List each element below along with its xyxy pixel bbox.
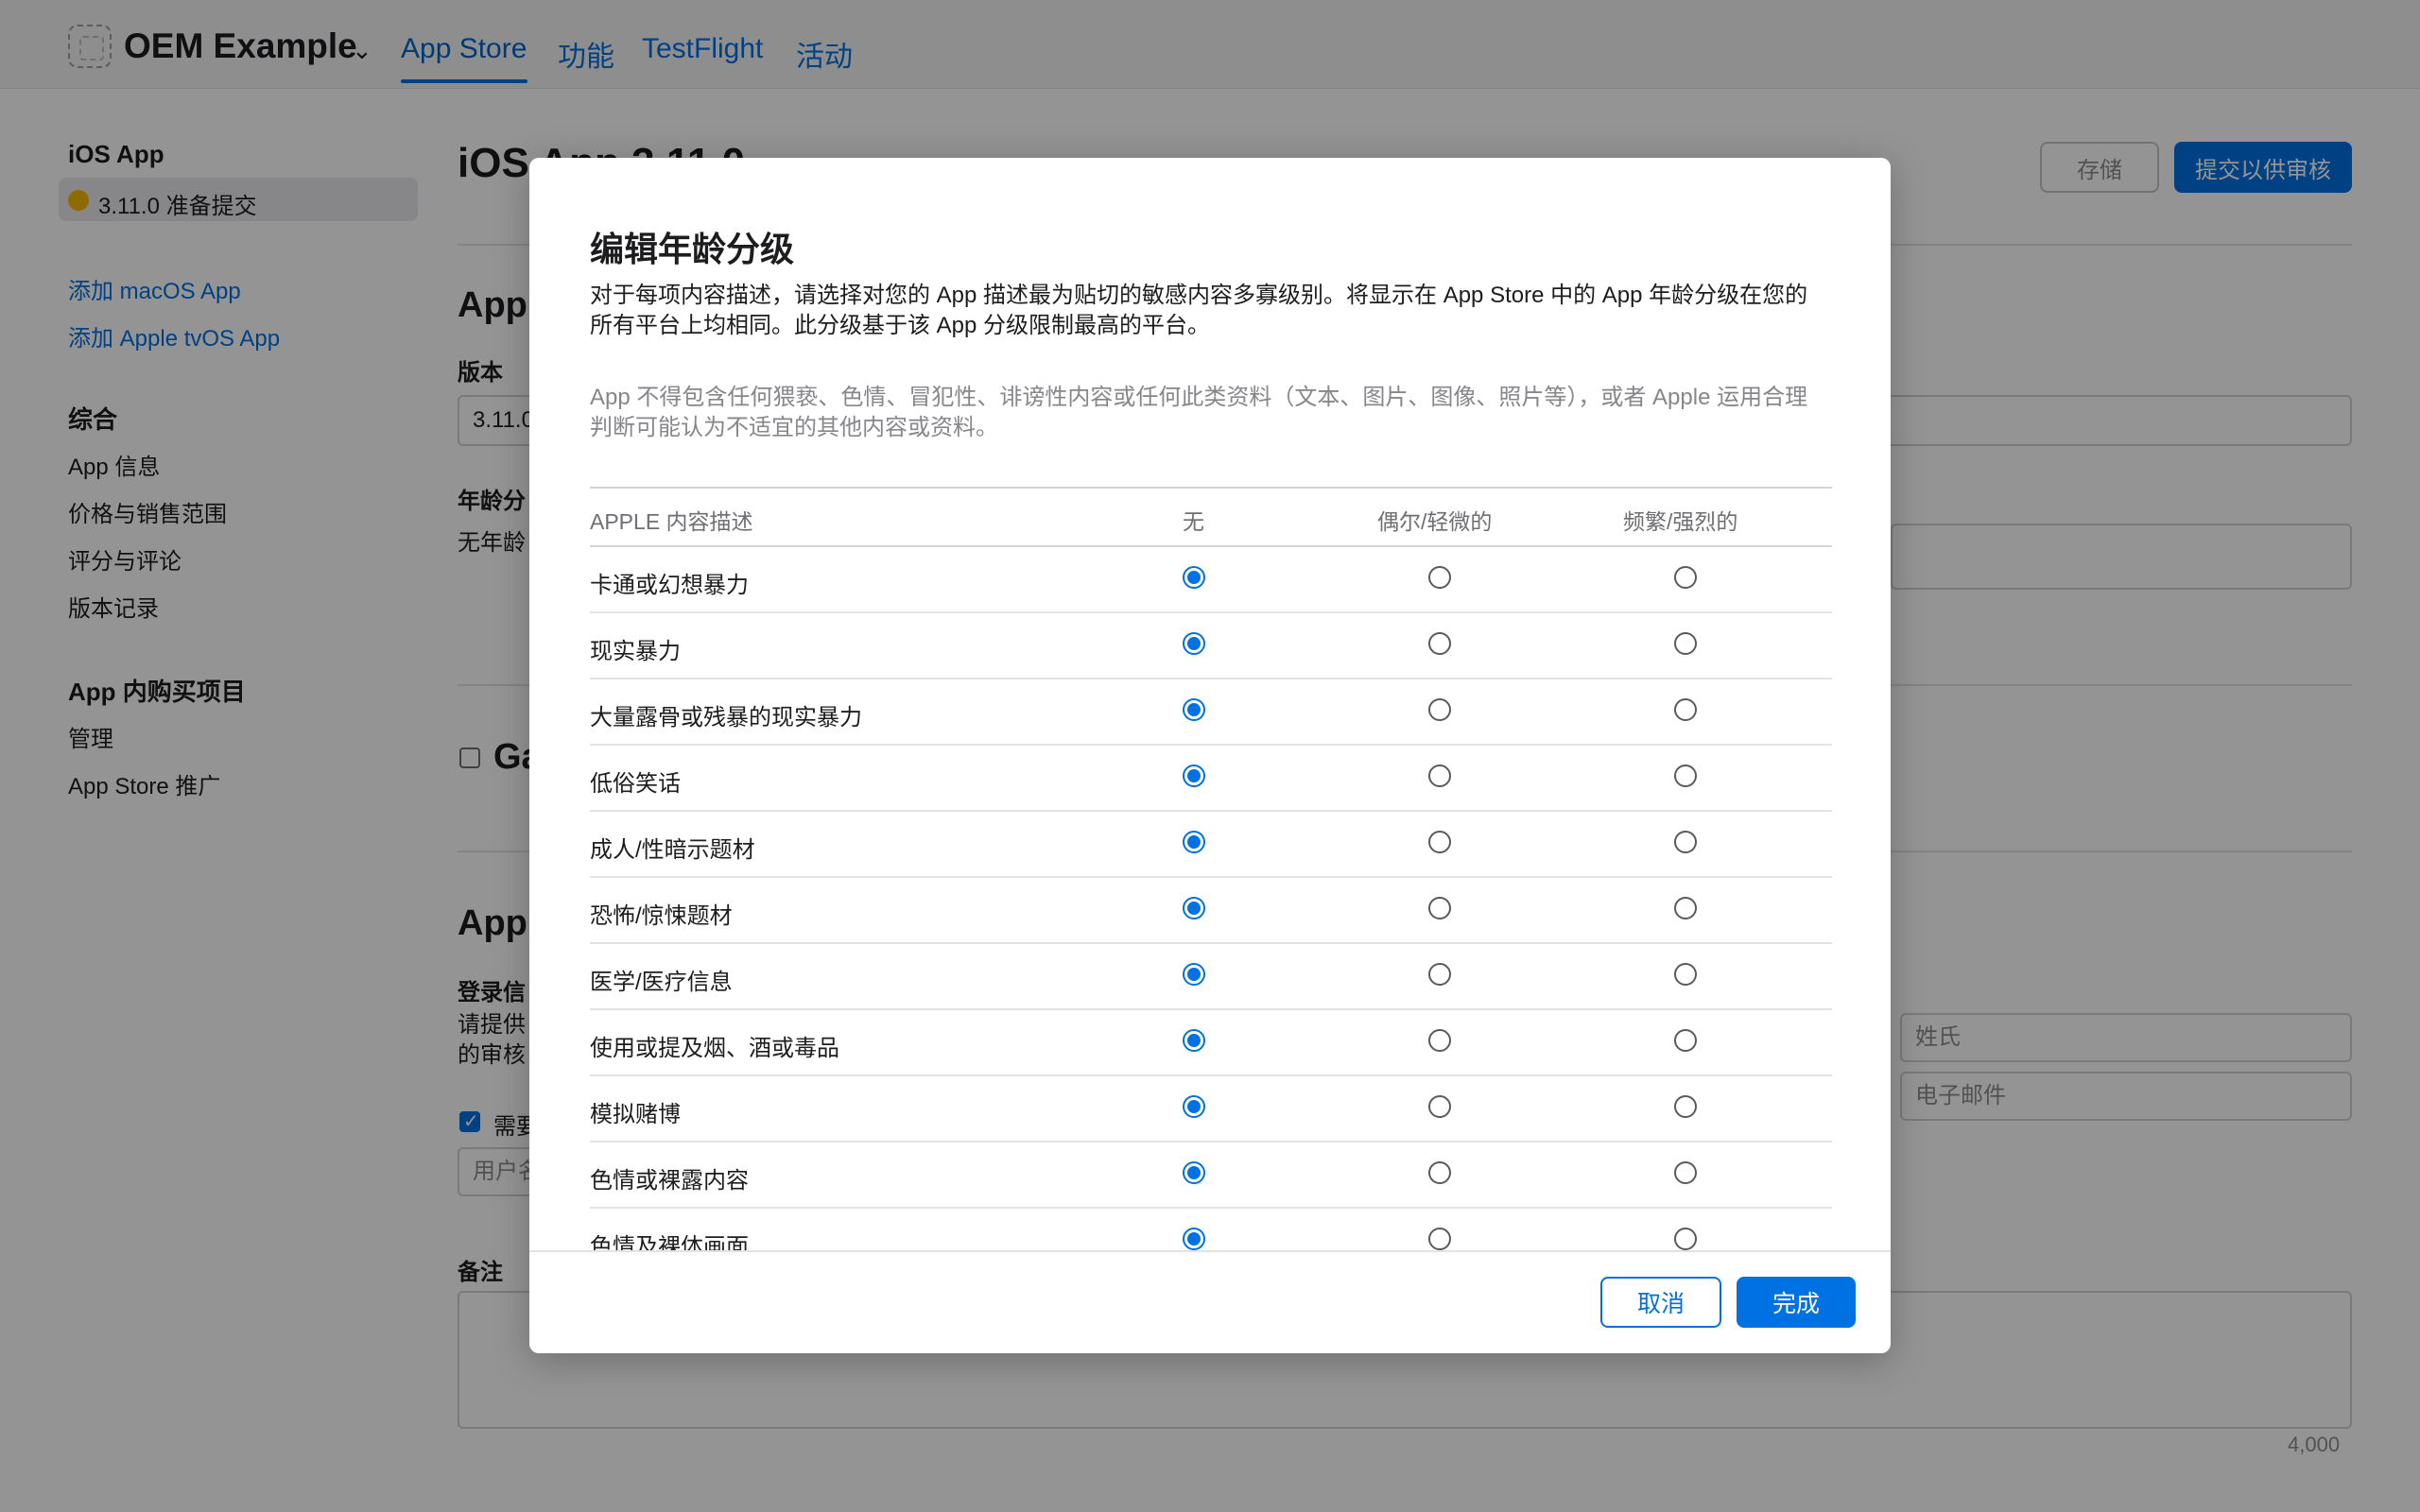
radio-none[interactable] (1183, 1228, 1205, 1250)
row-label: 成人/性暗示题材 (590, 837, 755, 863)
radio-infrequent[interactable] (1428, 1228, 1451, 1250)
dialog-title: 编辑年龄分级 (590, 230, 795, 268)
radio-frequent[interactable] (1674, 831, 1697, 853)
radio-none[interactable] (1183, 566, 1205, 589)
radio-none[interactable] (1183, 698, 1205, 721)
radio-infrequent[interactable] (1428, 831, 1451, 853)
row-label: 大量露骨或残暴的现实暴力 (590, 705, 862, 730)
radio-infrequent[interactable] (1428, 566, 1451, 589)
dialog-note: App 不得包含任何猥亵、色情、冒犯性、诽谤性内容或任何此类资料（文本、图片、图… (590, 385, 1808, 440)
radio-infrequent[interactable] (1428, 1161, 1451, 1184)
radio-frequent[interactable] (1674, 963, 1697, 986)
table-rows[interactable]: 卡通或幻想暴力 现实暴力大量露骨或残暴的现实暴力 低俗笑话成人/性暗示题材 恐怖/惊悚… (590, 547, 1832, 1250)
radio-infrequent[interactable] (1428, 1095, 1451, 1118)
radio-none[interactable] (1183, 1161, 1205, 1184)
radio-frequent[interactable] (1674, 1161, 1697, 1184)
row-label: 色情及裸体画面 (590, 1234, 749, 1250)
radio-none[interactable] (1183, 897, 1205, 919)
row-label: 现实暴力 (590, 639, 681, 664)
dialog-footer-divider (529, 1250, 1891, 1252)
row-label: 卡通或幻想暴力 (590, 573, 749, 598)
radio-none[interactable] (1183, 1095, 1205, 1118)
table-row: 医学/医疗信息 (590, 944, 1832, 1010)
table-row: 恐怖/惊悚题材 (590, 878, 1832, 944)
radio-frequent[interactable] (1674, 1228, 1697, 1250)
table-row: 大量露骨或残暴的现实暴力 (590, 679, 1832, 746)
column-header-descriptor: APPLE 内容描述 (590, 509, 753, 534)
radio-frequent[interactable] (1674, 1029, 1697, 1052)
row-label: 恐怖/惊悚题材 (590, 903, 733, 929)
column-header-frequent: 频繁/强烈的 (1623, 509, 1738, 534)
column-header-infrequent: 偶尔/轻微的 (1377, 509, 1493, 534)
table-row: 色情或裸露内容 (590, 1143, 1832, 1209)
radio-none[interactable] (1183, 632, 1205, 655)
radio-none[interactable] (1183, 831, 1205, 853)
done-button[interactable]: 完成 (1737, 1277, 1856, 1328)
radio-frequent[interactable] (1674, 765, 1697, 787)
radio-frequent[interactable] (1674, 897, 1697, 919)
table-row: 色情及裸体画面 (590, 1209, 1832, 1250)
radio-infrequent[interactable] (1428, 765, 1451, 787)
radio-frequent[interactable] (1674, 566, 1697, 589)
radio-infrequent[interactable] (1428, 1029, 1451, 1052)
radio-infrequent[interactable] (1428, 963, 1451, 986)
radio-infrequent[interactable] (1428, 698, 1451, 721)
cancel-button[interactable]: 取消 (1600, 1277, 1721, 1328)
table-top-border (590, 487, 1832, 489)
row-label: 医学/医疗信息 (590, 970, 733, 995)
row-label: 使用或提及烟、酒或毒品 (590, 1036, 839, 1061)
radio-frequent[interactable] (1674, 632, 1697, 655)
row-label: 低俗笑话 (590, 771, 681, 797)
row-label: 色情或裸露内容 (590, 1168, 749, 1194)
table-row: 使用或提及烟、酒或毒品 (590, 1010, 1832, 1076)
table-row: 卡通或幻想暴力 (590, 547, 1832, 613)
column-header-none: 无 (1183, 509, 1204, 534)
radio-none[interactable] (1183, 963, 1205, 986)
radio-none[interactable] (1183, 1029, 1205, 1052)
radio-infrequent[interactable] (1428, 897, 1451, 919)
table-row: 现实暴力 (590, 613, 1832, 679)
radio-infrequent[interactable] (1428, 632, 1451, 655)
age-rating-dialog: 编辑年龄分级 对于每项内容描述，请选择对您的 App 描述最为贴切的敏感内容多寡… (529, 158, 1891, 1353)
radio-none[interactable] (1183, 765, 1205, 787)
table-row: 模拟赌博 (590, 1076, 1832, 1143)
radio-frequent[interactable] (1674, 698, 1697, 721)
table-row: 成人/性暗示题材 (590, 812, 1832, 878)
row-label: 模拟赌博 (590, 1102, 681, 1127)
dialog-description: 对于每项内容描述，请选择对您的 App 描述最为贴切的敏感内容多寡级别。将显示在… (590, 283, 1808, 338)
radio-frequent[interactable] (1674, 1095, 1697, 1118)
table-row: 低俗笑话 (590, 746, 1832, 812)
